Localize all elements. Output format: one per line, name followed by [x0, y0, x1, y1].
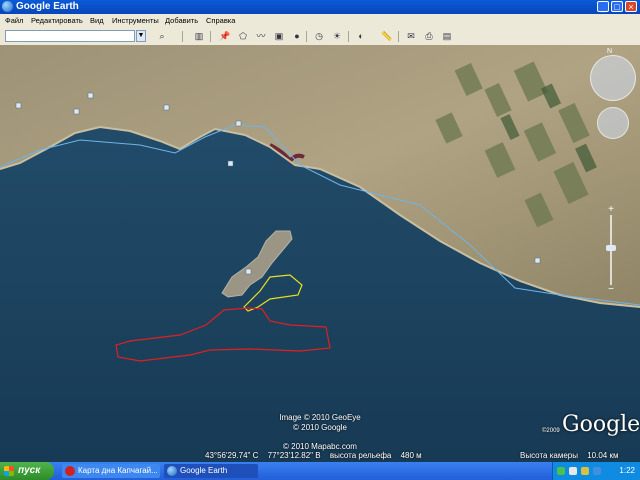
- google-earth-icon: [167, 466, 177, 476]
- start-button[interactable]: пуск: [0, 462, 54, 480]
- close-button[interactable]: ×: [625, 1, 637, 12]
- task-label: Карта дна Капчагай...: [78, 466, 158, 475]
- start-label: пуск: [18, 465, 41, 476]
- eye-altitude-value: 10.04 км: [587, 451, 619, 460]
- clock: 1:22: [619, 466, 635, 475]
- task-label: Google Earth: [180, 466, 228, 475]
- toolbar: ▼ ⌕ ▥ 📌 ⬠ 〰 ▣ ● ◷ ☀ ◐ 📏 ✉ ⎙ ▤: [0, 28, 640, 46]
- sidebar-toggle-icon[interactable]: ▥: [192, 30, 206, 43]
- toolbar-separator: [398, 31, 399, 42]
- polygon-icon[interactable]: ⬠: [236, 30, 250, 43]
- mapabc-attribution: © 2010 Mapabc.com: [283, 442, 357, 451]
- menu-edit[interactable]: Редактировать: [31, 15, 83, 27]
- menu-view[interactable]: Вид: [90, 15, 104, 27]
- title-bar: Google Earth _ □ ×: [0, 0, 640, 14]
- email-icon[interactable]: ✉: [404, 30, 418, 43]
- planets-icon[interactable]: ◐: [354, 30, 368, 43]
- view-in-maps-icon[interactable]: ▤: [440, 30, 454, 43]
- zoom-slider[interactable]: + −: [606, 205, 616, 295]
- network-icon[interactable]: [557, 467, 565, 475]
- search-dropdown-button[interactable]: ▼: [136, 30, 146, 42]
- menu-add[interactable]: Добавить: [165, 15, 198, 27]
- imagery-attribution: Image © 2010 GeoEye: [279, 413, 361, 422]
- placemark-icon[interactable]: 📌: [218, 30, 232, 43]
- zoom-handle[interactable]: [606, 245, 616, 251]
- eye-altitude-label: Высота камеры: [520, 451, 578, 460]
- north-indicator: N: [607, 48, 613, 55]
- longitude-readout: 77°23'12.82" В: [267, 451, 321, 460]
- historical-imagery-icon[interactable]: ◷: [312, 30, 326, 43]
- elevation-value: 480 м: [400, 451, 422, 460]
- zoom-out-icon[interactable]: −: [606, 285, 616, 295]
- status-line: 43°56'29.74" С 77°23'12.82" В высота рел…: [205, 451, 429, 460]
- system-tray: 1:22: [552, 462, 640, 480]
- move-control[interactable]: [597, 107, 629, 139]
- windows-flag-icon: [4, 466, 14, 476]
- security-icon[interactable]: [581, 467, 589, 475]
- zoom-in-icon[interactable]: +: [606, 205, 616, 215]
- taskbar: пуск Карта дна Капчагай... Google Earth …: [0, 462, 640, 480]
- opera-icon: [65, 466, 75, 476]
- toolbar-separator: [306, 31, 307, 42]
- satellite-imagery: [0, 45, 640, 462]
- google-attribution: © 2010 Google: [293, 423, 347, 432]
- elevation-label: высота рельефа: [329, 451, 392, 460]
- record-tour-icon[interactable]: ●: [290, 30, 304, 43]
- toolbar-separator: [182, 31, 183, 42]
- toolbar-separator: [210, 31, 211, 42]
- copyright-year: ©2009: [542, 428, 560, 434]
- search-input[interactable]: [5, 30, 135, 42]
- tray-app-icon[interactable]: [593, 467, 601, 475]
- taskbar-item-google-earth[interactable]: Google Earth: [164, 464, 258, 478]
- look-control[interactable]: [590, 55, 636, 101]
- minimize-button[interactable]: _: [597, 1, 609, 12]
- google-logo: Google: [562, 412, 640, 437]
- menu-file[interactable]: Файл: [5, 15, 23, 27]
- toolbar-separator: [348, 31, 349, 42]
- path-icon[interactable]: 〰: [254, 30, 268, 43]
- eye-altitude: Высота камеры 10.04 км: [520, 451, 625, 460]
- latitude-readout: 43°56'29.74" С: [205, 451, 259, 460]
- map-view[interactable]: N + −: [0, 45, 640, 462]
- image-overlay-icon[interactable]: ▣: [272, 30, 286, 43]
- menu-bar: Файл Редактировать Вид Инструменты Добав…: [0, 14, 640, 28]
- search-icon[interactable]: ⌕: [155, 30, 169, 43]
- print-icon[interactable]: ⎙: [422, 30, 436, 43]
- volume-icon[interactable]: [569, 467, 577, 475]
- google-earth-icon: [2, 1, 13, 12]
- maximize-button[interactable]: □: [611, 1, 623, 12]
- window-title: Google Earth: [16, 1, 79, 12]
- ruler-icon[interactable]: 📏: [380, 30, 394, 43]
- sunlight-icon[interactable]: ☀: [330, 30, 344, 43]
- menu-tools[interactable]: Инструменты: [112, 15, 159, 27]
- taskbar-item-opera[interactable]: Карта дна Капчагай...: [62, 464, 160, 478]
- menu-help[interactable]: Справка: [206, 15, 235, 27]
